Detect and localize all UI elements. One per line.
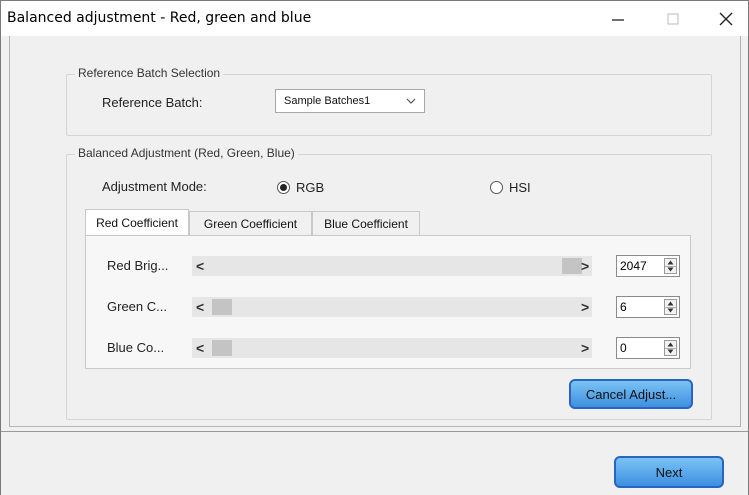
- minimize-icon: [612, 18, 624, 21]
- red-brightness-spinbox[interactable]: 2047: [616, 255, 680, 277]
- slider-right-arrow[interactable]: >: [581, 299, 589, 315]
- slider-thumb[interactable]: [212, 340, 232, 356]
- blue-coefficient-value: 0: [620, 341, 627, 355]
- slider-right-arrow[interactable]: >: [581, 258, 589, 274]
- slider-left-arrow[interactable]: <: [196, 299, 204, 315]
- red-brightness-label: Red Brig...: [107, 258, 169, 273]
- green-coefficient-label: Green C...: [107, 299, 167, 314]
- red-brightness-value: 2047: [620, 259, 647, 273]
- balanced-adjustment-legend: Balanced Adjustment (Red, Green, Blue): [75, 146, 298, 160]
- maximize-button[interactable]: [651, 1, 695, 36]
- radio-hsi-circle[interactable]: [490, 181, 503, 194]
- slider-thumb[interactable]: [562, 258, 582, 274]
- balanced-adjustment-group: Balanced Adjustment (Red, Green, Blue) A…: [66, 146, 712, 420]
- tab-red-coefficient[interactable]: Red Coefficient: [85, 209, 189, 235]
- slider-left-arrow[interactable]: <: [196, 258, 204, 274]
- green-coefficient-value: 6: [620, 300, 627, 314]
- reference-batch-group: Reference Batch Selection Reference Batc…: [66, 66, 712, 136]
- dialog-window: Balanced adjustment - Red, green and blu…: [0, 0, 749, 495]
- tab-panel-red-coefficient: Red Brig... < > 2047 Green C... < > 6 Bl…: [85, 235, 691, 369]
- mode-radio-hsi[interactable]: HSI: [490, 180, 550, 196]
- maximize-icon: [667, 13, 679, 24]
- reference-batch-value: Sample Batches1: [284, 95, 371, 107]
- footer-bar: Next: [1, 431, 748, 495]
- spin-buttons[interactable]: [664, 258, 677, 274]
- mode-radio-rgb[interactable]: RGB: [277, 180, 337, 196]
- reference-batch-combo[interactable]: Sample Batches1: [275, 89, 425, 113]
- spin-buttons[interactable]: [664, 299, 677, 315]
- spin-down-icon[interactable]: [665, 348, 676, 355]
- blue-coefficient-spinbox[interactable]: 0: [616, 337, 680, 359]
- slider-thumb[interactable]: [212, 299, 232, 315]
- close-icon: [719, 12, 733, 25]
- cancel-adjust-button[interactable]: Cancel Adjust...: [569, 379, 693, 409]
- spin-buttons[interactable]: [664, 340, 677, 356]
- reference-batch-label: Reference Batch:: [102, 95, 203, 110]
- slider-left-arrow[interactable]: <: [196, 340, 204, 356]
- tab-green-coefficient[interactable]: Green Coefficient: [189, 211, 312, 235]
- radio-rgb-label: RGB: [296, 180, 325, 195]
- main-panel: Reference Batch Selection Reference Batc…: [9, 36, 741, 427]
- blue-coefficient-slider[interactable]: < >: [192, 338, 592, 358]
- next-button[interactable]: Next: [614, 456, 724, 488]
- red-brightness-slider[interactable]: < >: [192, 256, 592, 276]
- reference-batch-legend: Reference Batch Selection: [75, 66, 224, 80]
- radio-rgb-circle[interactable]: [277, 181, 290, 194]
- minimize-button[interactable]: [596, 1, 640, 36]
- green-coefficient-slider[interactable]: < >: [192, 297, 592, 317]
- close-button[interactable]: [704, 1, 748, 36]
- spin-down-icon[interactable]: [665, 307, 676, 314]
- chevron-down-icon: [406, 98, 416, 104]
- slider-right-arrow[interactable]: >: [581, 340, 589, 356]
- spin-down-icon[interactable]: [665, 266, 676, 273]
- tab-blue-coefficient[interactable]: Blue Coefficient: [312, 211, 420, 235]
- adjustment-mode-label: Adjustment Mode:: [102, 179, 207, 194]
- green-coefficient-spinbox[interactable]: 6: [616, 296, 680, 318]
- radio-hsi-label: HSI: [509, 180, 531, 195]
- title-bar: Balanced adjustment - Red, green and blu…: [1, 1, 748, 36]
- radio-selected-dot: [280, 184, 287, 191]
- window-title: Balanced adjustment - Red, green and blu…: [7, 10, 312, 26]
- blue-coefficient-label: Blue Co...: [107, 340, 165, 355]
